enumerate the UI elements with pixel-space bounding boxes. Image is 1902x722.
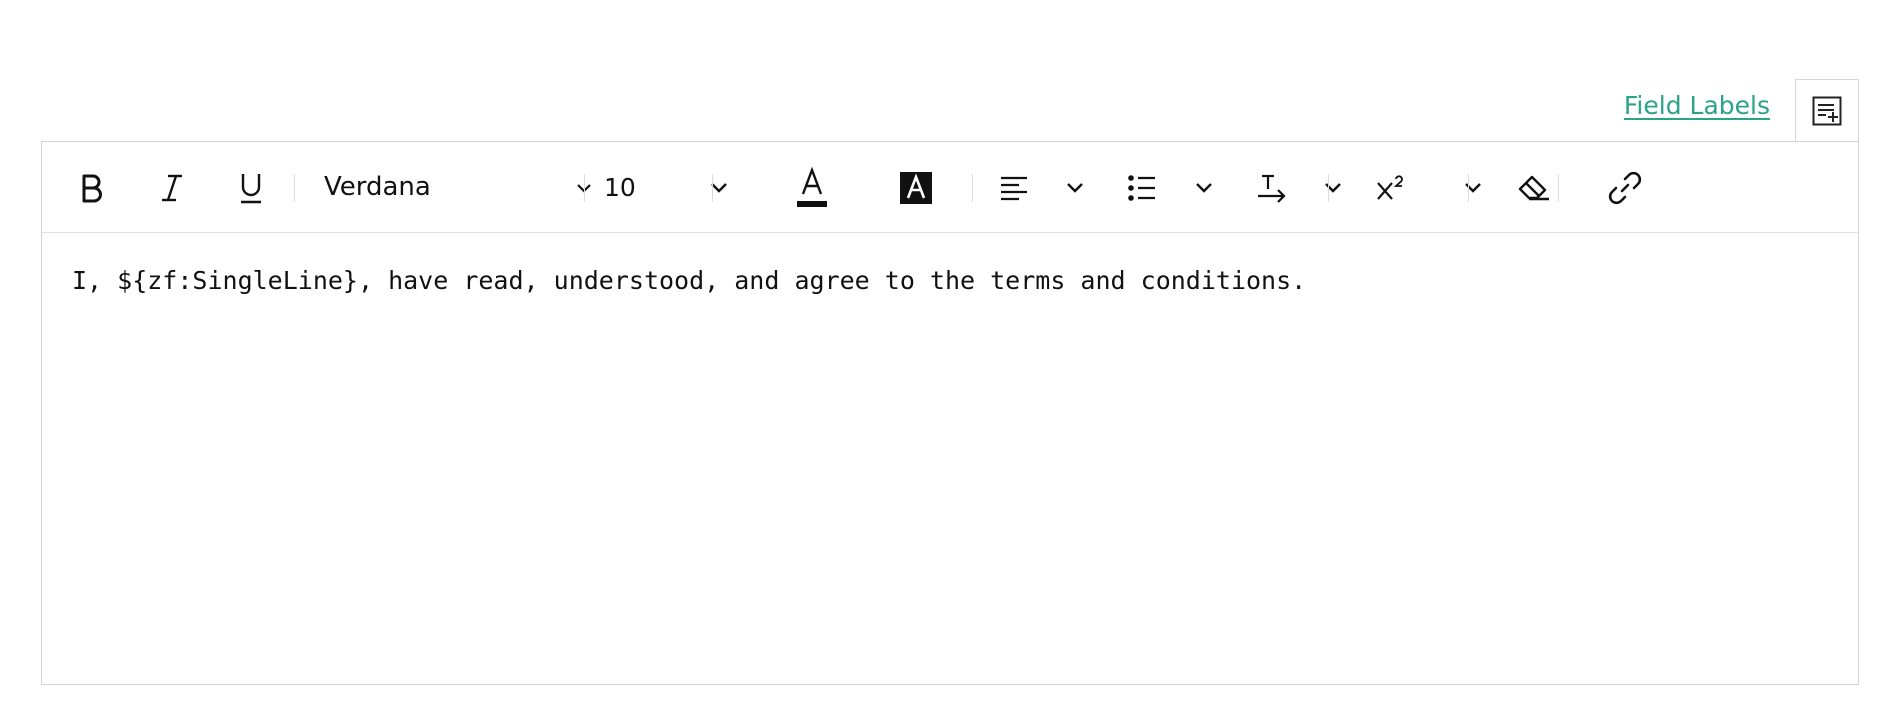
underline-button[interactable]: [229, 142, 273, 233]
italic-button[interactable]: [150, 142, 194, 233]
toolbar-separator: [1328, 174, 1329, 202]
toolbar-separator: [584, 174, 585, 202]
toolbar-separator: [1468, 174, 1469, 202]
insert-link-button[interactable]: [1603, 142, 1647, 233]
list-button[interactable]: [1120, 142, 1164, 233]
toolbar-separator: [1558, 174, 1559, 202]
bold-icon: [80, 173, 104, 203]
chevron-down-icon: [1066, 182, 1084, 193]
text-color-button[interactable]: [790, 142, 834, 233]
toolbar-separator: [712, 174, 713, 202]
text-direction-button[interactable]: [1250, 142, 1294, 233]
eraser-icon: [1517, 174, 1551, 202]
superscript-dropdown[interactable]: [1451, 142, 1495, 233]
bold-button[interactable]: [70, 142, 114, 233]
list-dropdown[interactable]: [1182, 142, 1226, 233]
insert-field-icon: [1812, 96, 1842, 126]
chevron-down-icon: [1464, 182, 1482, 193]
text-color-icon: [795, 166, 829, 210]
editor-toolbar: Verdana 10: [42, 142, 1858, 233]
text-direction-dropdown[interactable]: [1311, 142, 1355, 233]
align-left-icon: [999, 174, 1029, 202]
superscript-button[interactable]: [1369, 142, 1413, 233]
font-size-select-value[interactable]: 10: [604, 142, 636, 233]
toolbar-separator: [294, 174, 295, 202]
align-button[interactable]: [992, 142, 1036, 233]
field-labels-link[interactable]: Field Labels: [1600, 88, 1770, 124]
background-color-icon: [899, 171, 933, 205]
superscript-icon: [1375, 174, 1407, 202]
toolbar-separator: [972, 174, 973, 202]
editor-content[interactable]: I, ${zf:SingleLine}, have read, understo…: [72, 266, 1828, 295]
font-family-select-value[interactable]: Verdana: [324, 142, 431, 233]
font-size-dropdown[interactable]: [697, 142, 741, 233]
editor-content-text: I, ${zf:SingleLine}, have read, understo…: [72, 266, 1307, 295]
underline-icon: [238, 171, 264, 205]
bullet-list-icon: [1127, 174, 1157, 202]
chevron-down-icon: [1195, 182, 1213, 193]
italic-icon: [159, 173, 185, 203]
chevron-down-icon: [1324, 182, 1342, 193]
link-icon: [1608, 171, 1642, 205]
align-dropdown[interactable]: [1053, 142, 1097, 233]
rich-text-editor: Verdana 10 I, ${zf:SingleLine}, have rea…: [41, 141, 1859, 685]
clear-formatting-button[interactable]: [1512, 142, 1556, 233]
text-direction-icon: [1256, 173, 1288, 203]
insert-field-button[interactable]: [1795, 79, 1859, 141]
background-color-button[interactable]: [894, 142, 938, 233]
